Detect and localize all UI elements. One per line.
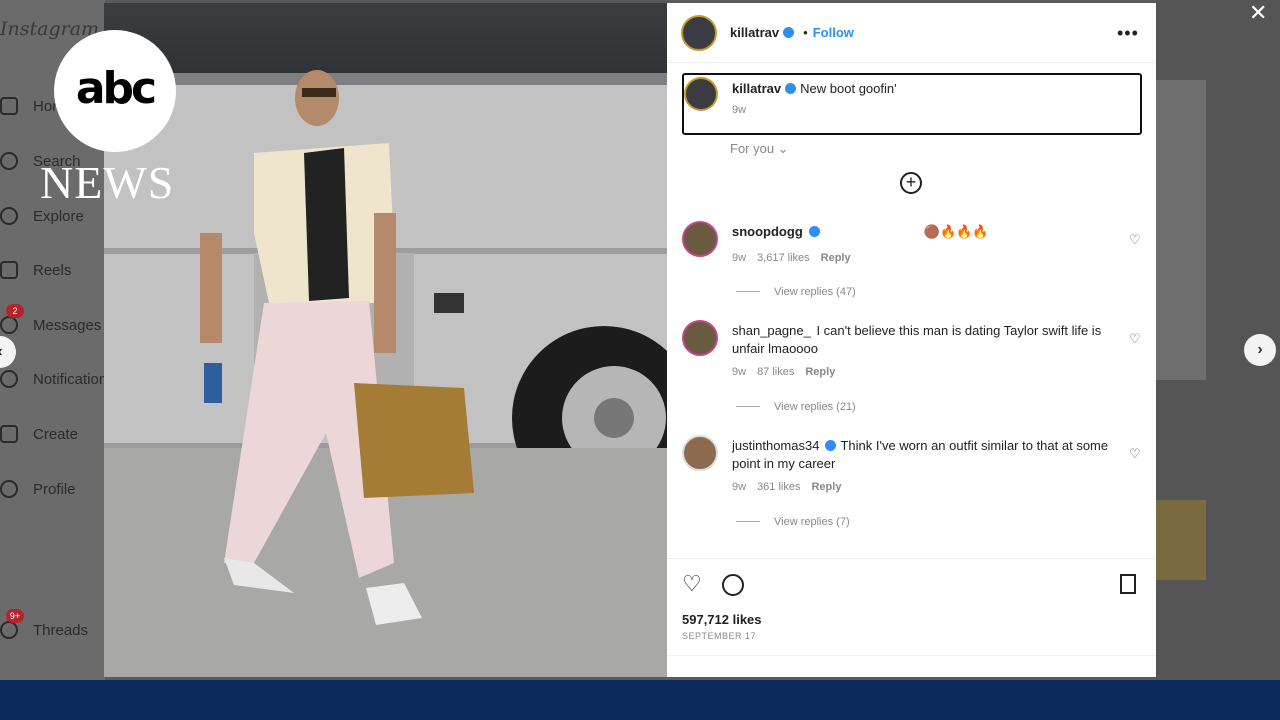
commenter-avatar[interactable] — [682, 320, 718, 356]
background-thumbnail — [1156, 500, 1206, 580]
commenter-avatar[interactable] — [682, 221, 718, 257]
comment-username[interactable]: justinthomas34 — [732, 438, 819, 453]
bag — [354, 383, 474, 498]
heart-icon — [0, 370, 18, 388]
compass-icon — [0, 207, 18, 225]
comment-username[interactable]: snoopdogg — [732, 224, 803, 239]
photo-illustration — [104, 70, 667, 677]
comment-like-icon[interactable]: ♡ — [1129, 446, 1141, 462]
comment-time: 9w — [732, 366, 747, 378]
can — [204, 363, 222, 403]
more-options-icon[interactable]: ••• — [1117, 23, 1139, 44]
nav-threads[interactable]: 9+ Threads — [0, 609, 105, 642]
divider — [667, 558, 1156, 559]
abc-news-wordmark: NEWS — [40, 157, 175, 208]
view-replies-button[interactable]: View replies (21) — [736, 401, 856, 413]
verified-icon — [783, 27, 795, 38]
caption-username[interactable]: killatrav — [732, 81, 781, 96]
instagram-wordmark: Instagram — [0, 18, 100, 40]
verified-icon — [785, 83, 797, 94]
caption-time: 9w — [732, 104, 747, 116]
plus-square-icon — [0, 425, 18, 443]
reels-icon — [0, 261, 18, 279]
bookmark-icon[interactable] — [1120, 574, 1136, 594]
comment-like-icon[interactable]: ♡ — [1129, 232, 1141, 248]
comment-text: 🟤🔥🔥🔥 — [923, 224, 989, 239]
comment-likes[interactable]: 361 likes — [757, 481, 800, 493]
verified-icon — [825, 440, 837, 451]
threads-icon — [0, 621, 18, 639]
comment-time: 9w — [732, 252, 747, 264]
post-header: killatrav • Follow — [667, 3, 1156, 63]
comment-like-icon[interactable]: ♡ — [1129, 331, 1141, 347]
divider — [667, 655, 1156, 656]
load-more-comments-button[interactable]: + — [900, 172, 922, 194]
home-icon — [0, 97, 18, 115]
comment-username[interactable]: shan_pagne_ — [732, 323, 811, 338]
caption: killatrav New boot goofin' 9w — [682, 73, 1142, 135]
threads-badge: 9+ — [6, 609, 24, 623]
abc-logo: abc — [54, 30, 176, 152]
reply-button[interactable]: Reply — [805, 366, 835, 378]
verified-icon — [808, 226, 820, 237]
messages-badge: 2 — [6, 304, 24, 318]
background-thumbnail — [1156, 80, 1206, 380]
reply-button[interactable]: Reply — [821, 252, 851, 264]
abc-bottom-bar — [0, 680, 1280, 720]
caption-avatar[interactable] — [684, 77, 718, 111]
likes-count[interactable]: 597,712 likes — [682, 612, 762, 627]
nav-profile[interactable]: Profile — [0, 477, 105, 501]
view-replies-button[interactable]: View replies (7) — [736, 516, 850, 528]
separator-dot: • — [803, 25, 808, 40]
commenter-avatar[interactable] — [682, 435, 718, 471]
like-heart-icon[interactable]: ♡ — [682, 571, 702, 597]
nav-notifications[interactable]: Notifications — [0, 367, 120, 391]
view-replies-button[interactable]: View replies (47) — [736, 286, 856, 298]
reply-button[interactable]: Reply — [811, 481, 841, 493]
comment-likes[interactable]: 3,617 likes — [757, 252, 810, 264]
post-panel: killatrav • Follow ••• killatrav New boot… — [667, 3, 1156, 677]
post-date: SEPTEMBER 17 — [682, 631, 757, 641]
comment-bubble-icon[interactable] — [722, 574, 744, 596]
follow-button[interactable]: Follow — [813, 25, 854, 40]
messenger-icon — [0, 316, 18, 334]
close-icon[interactable]: ✕ — [1249, 0, 1267, 26]
comment-likes[interactable]: 87 likes — [757, 366, 794, 378]
nav-reels[interactable]: Reels — [0, 258, 105, 282]
author-avatar[interactable] — [681, 14, 717, 51]
comment-time: 9w — [732, 481, 747, 493]
avatar-icon — [0, 480, 18, 498]
comment-sort-dropdown[interactable]: For you ⌄ — [730, 141, 789, 157]
author-username[interactable]: killatrav — [730, 25, 779, 40]
person-head — [295, 70, 339, 126]
search-icon — [0, 152, 18, 170]
nav-messages[interactable]: 2 Messages — [0, 304, 105, 337]
caption-text: New boot goofin' — [800, 81, 897, 96]
post-photo — [104, 3, 667, 677]
next-post-button[interactable]: › — [1244, 334, 1276, 366]
nav-create[interactable]: Create — [0, 422, 105, 446]
